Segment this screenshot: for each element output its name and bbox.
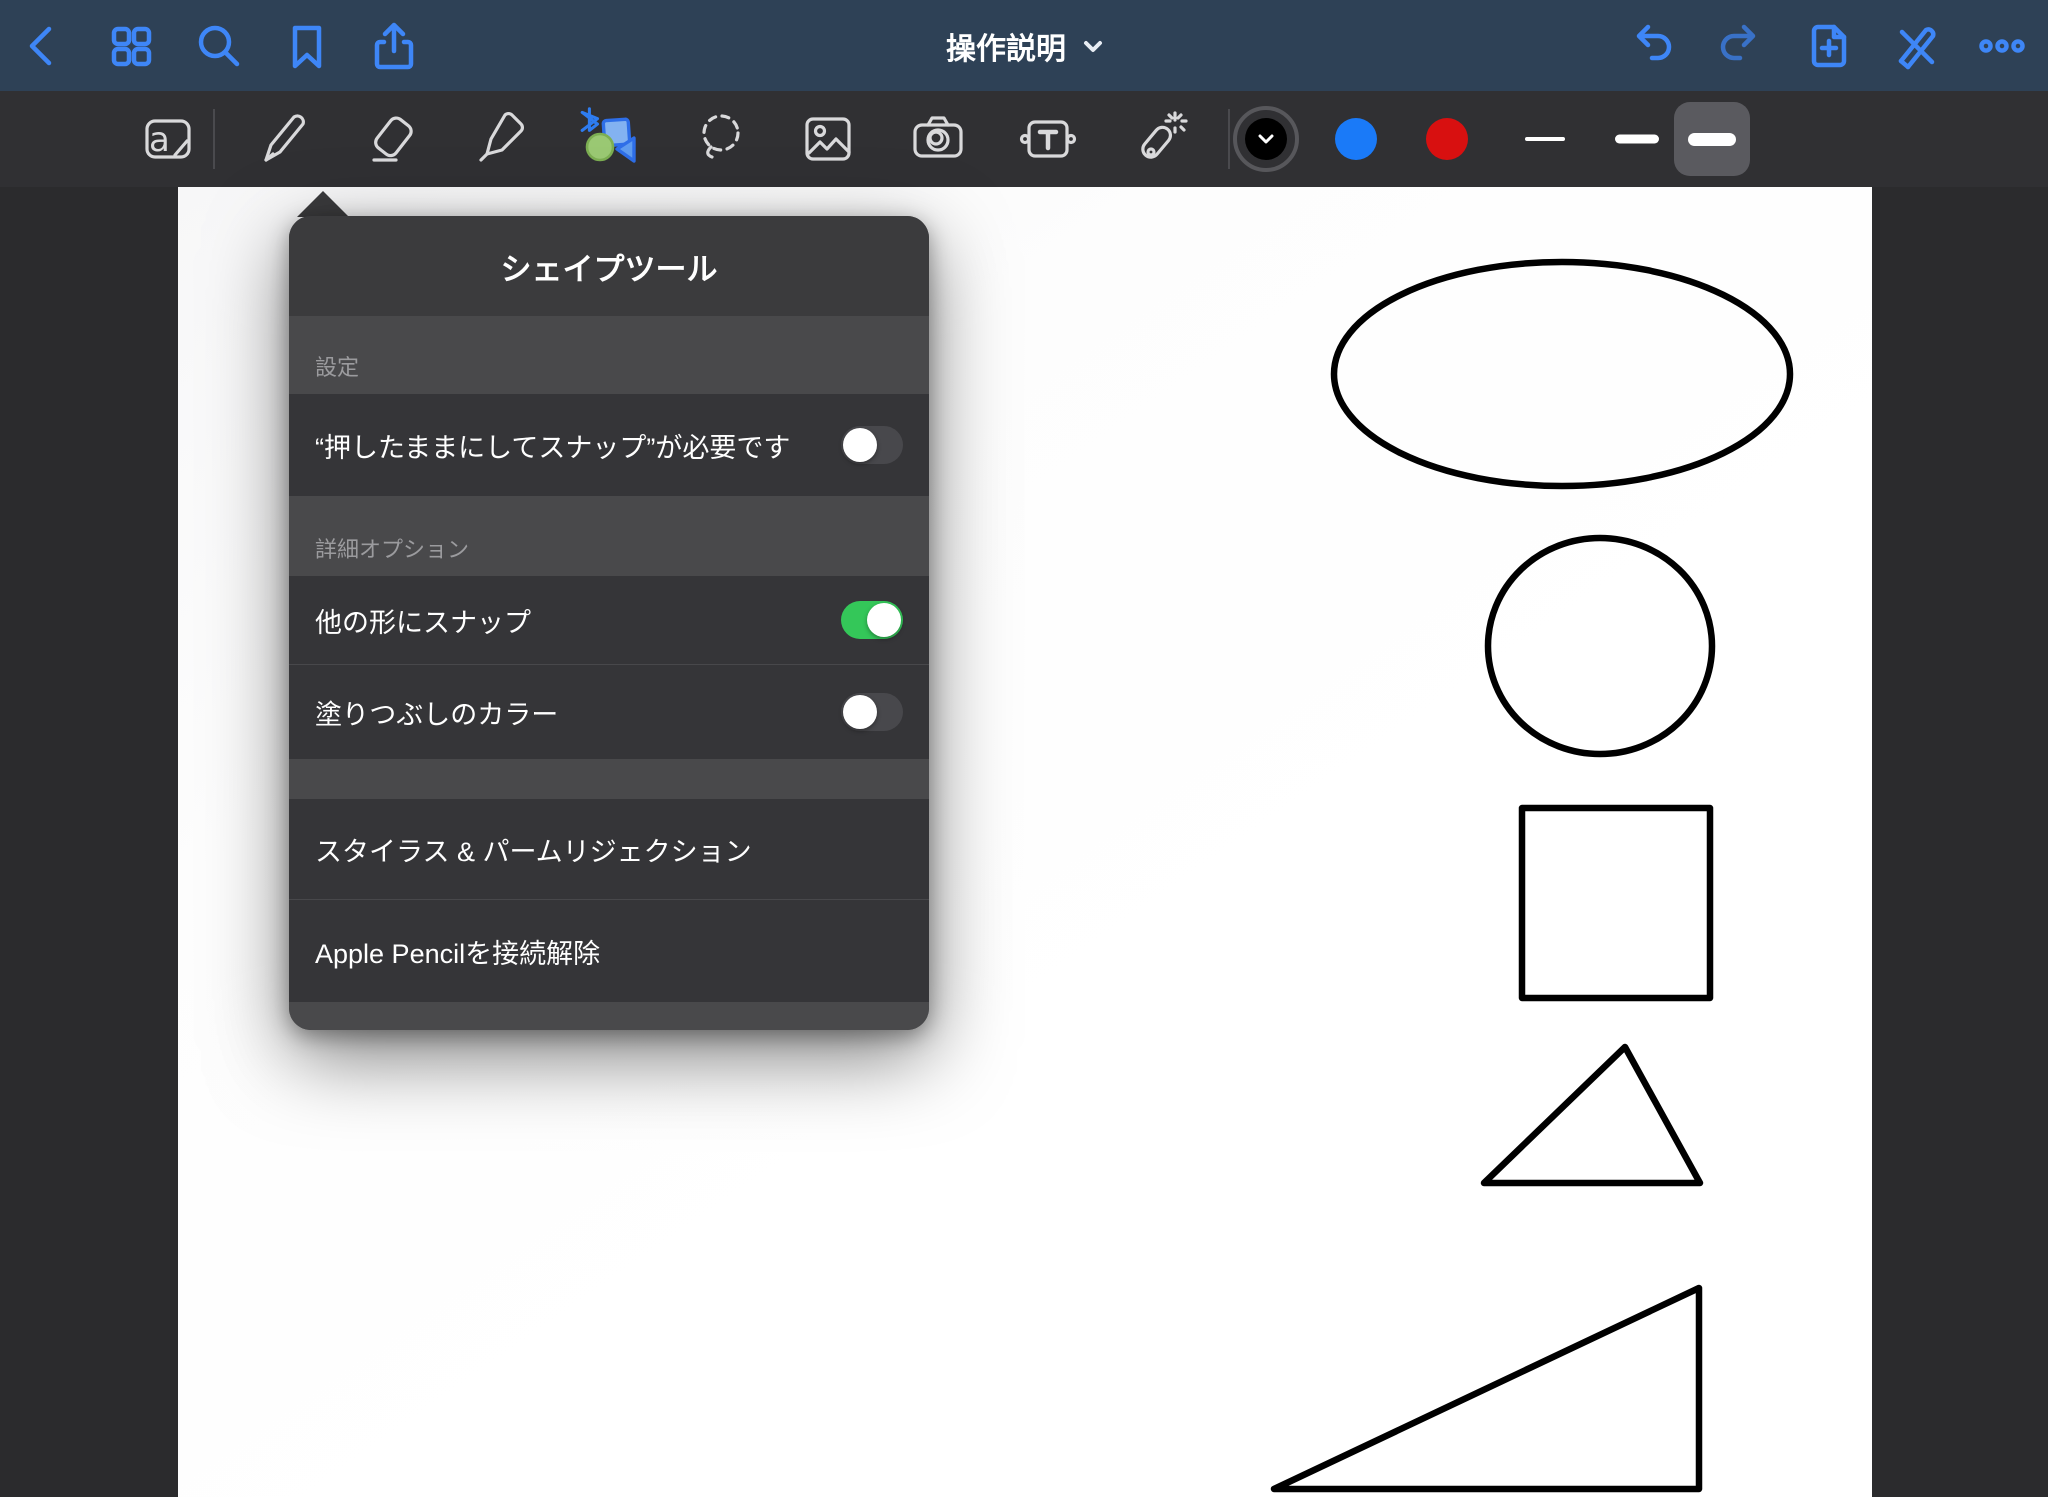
add-page-icon[interactable] bbox=[1803, 20, 1855, 72]
popover-footer-strip bbox=[289, 1002, 929, 1030]
color-swatch-blue[interactable] bbox=[1335, 118, 1377, 160]
drawn-shape-polygon[interactable] bbox=[1274, 1288, 1699, 1489]
svg-text:a: a bbox=[149, 120, 170, 160]
color-swatch-red[interactable] bbox=[1426, 118, 1468, 160]
drawn-shape-polygon[interactable] bbox=[1484, 1047, 1700, 1183]
drawn-shape-ellipse[interactable] bbox=[1488, 538, 1712, 754]
goodnotes-app-window: 操作説明 a bbox=[0, 0, 2048, 1497]
search-icon[interactable] bbox=[193, 20, 245, 72]
lasso-tool[interactable] bbox=[689, 107, 753, 171]
share-icon[interactable] bbox=[368, 20, 420, 72]
snap-to-shapes-toggle[interactable] bbox=[841, 601, 903, 639]
back-chevron-icon[interactable] bbox=[17, 20, 69, 72]
highlighter-tool[interactable] bbox=[467, 107, 531, 171]
section-header-advanced-options: 詳細オプション bbox=[289, 496, 929, 576]
top-navigation-bar: 操作説明 bbox=[0, 0, 2048, 91]
eraser-tool[interactable] bbox=[360, 107, 424, 171]
setting-row-hold-to-snap: “押したままにしてスナップ”が必要です bbox=[289, 394, 929, 496]
setting-label: “押したままにしてスナップ”が必要です bbox=[315, 426, 790, 465]
setting-label: 他の形にスナップ bbox=[315, 601, 531, 640]
undo-icon[interactable] bbox=[1626, 20, 1678, 72]
setting-row-snap-to-other-shapes: 他の形にスナップ bbox=[289, 576, 929, 664]
pen-crossed-icon[interactable] bbox=[1890, 20, 1942, 72]
stroke-width-medium[interactable] bbox=[1615, 135, 1659, 144]
redo-icon[interactable] bbox=[1714, 20, 1766, 72]
section-spacer bbox=[289, 759, 929, 799]
stroke-width-thin[interactable] bbox=[1525, 137, 1565, 141]
setting-label: 塗りつぶしのカラー bbox=[315, 693, 558, 732]
thumbnails-grid-icon[interactable] bbox=[105, 20, 157, 72]
toolbar-divider bbox=[1228, 109, 1230, 169]
document-title[interactable]: 操作説明 bbox=[946, 24, 1104, 68]
image-tool[interactable] bbox=[796, 107, 860, 171]
popover-arrow bbox=[297, 191, 349, 217]
fill-color-toggle[interactable] bbox=[841, 693, 903, 731]
more-ellipsis-icon[interactable] bbox=[1976, 20, 2028, 72]
pen-tool[interactable] bbox=[251, 107, 315, 171]
canvas-stage: シェイプツール 設定 “押したままにしてスナップ”が必要です 詳細オプション 他… bbox=[0, 187, 2048, 1497]
menu-item-disconnect-apple-pencil[interactable]: Apple Pencilを接続解除 bbox=[289, 900, 929, 1002]
section-header-settings: 設定 bbox=[289, 316, 929, 394]
shape-tool-popover: シェイプツール 設定 “押したままにしてスナップ”が必要です 詳細オプション 他… bbox=[289, 216, 929, 1030]
laser-pointer-tool[interactable] bbox=[1128, 107, 1192, 171]
document-title-label: 操作説明 bbox=[946, 24, 1066, 68]
menu-item-stylus-palm-rejection[interactable]: スタイラス & パームリジェクション bbox=[289, 799, 929, 899]
drawn-shape-rect[interactable] bbox=[1522, 808, 1710, 998]
text-tool[interactable] bbox=[1016, 107, 1080, 171]
zoom-window-tool[interactable]: a bbox=[135, 107, 199, 171]
camera-tool[interactable] bbox=[906, 107, 970, 171]
setting-row-fill-color: 塗りつぶしのカラー bbox=[289, 665, 929, 759]
drawn-shape-ellipse[interactable] bbox=[1334, 262, 1790, 486]
bookmark-icon[interactable] bbox=[281, 20, 333, 72]
bluetooth-icon bbox=[582, 109, 597, 131]
chevron-down-icon bbox=[1082, 35, 1104, 57]
shape-tool[interactable] bbox=[575, 107, 639, 171]
toolbar-divider bbox=[213, 109, 215, 169]
stroke-width-thick[interactable] bbox=[1674, 102, 1750, 176]
chevron-down-icon bbox=[1256, 132, 1276, 146]
popover-title: シェイプツール bbox=[289, 216, 929, 316]
color-swatch-black[interactable] bbox=[1233, 106, 1299, 172]
hold-to-snap-toggle[interactable] bbox=[841, 426, 903, 464]
drawing-toolbar: a bbox=[0, 91, 2048, 187]
